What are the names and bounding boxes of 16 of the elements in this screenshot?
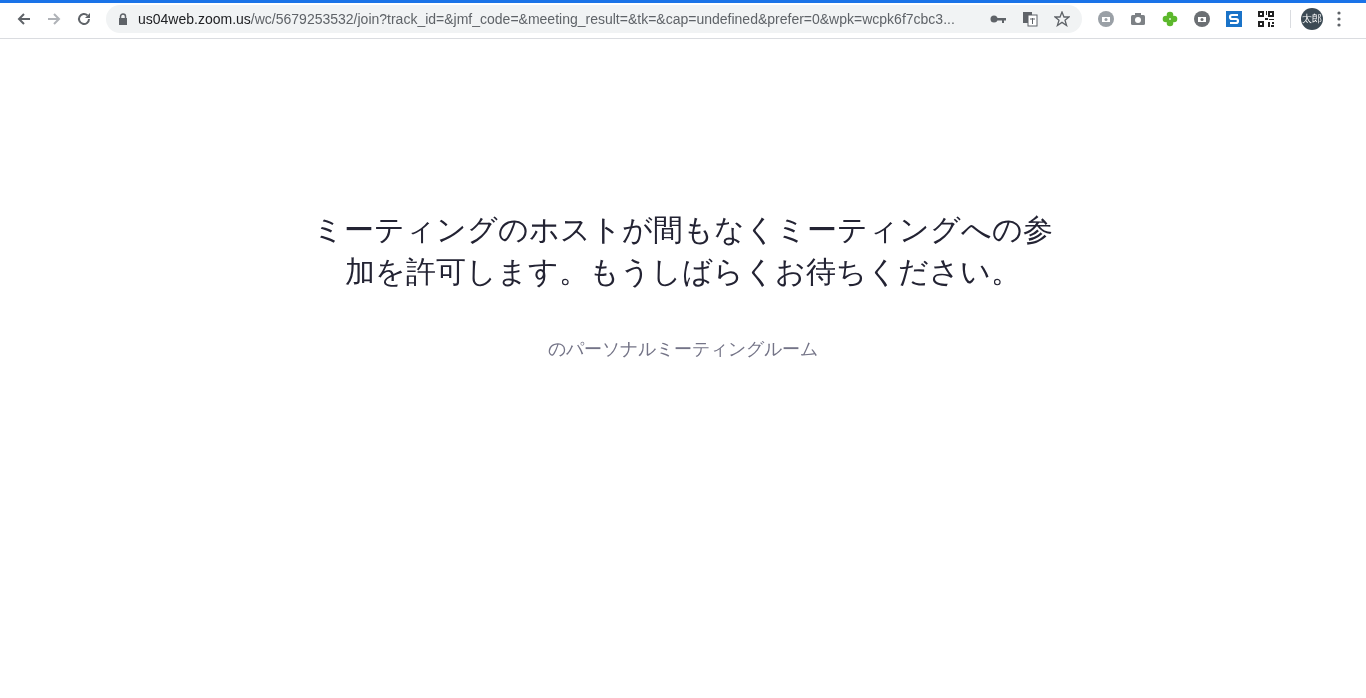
s-logo-icon[interactable] xyxy=(1226,11,1242,27)
address-bar[interactable]: us04web.zoom.us/wc/5679253532/join?track_id=&jmf_code=&meeting_result=&tk=&cap=undefined&prefer=0&wpk=wcpk6f7cbc3... xyxy=(106,5,1082,33)
camera-icon[interactable] xyxy=(1194,11,1210,27)
reload-icon[interactable] xyxy=(76,11,92,27)
waiting-message: ミーティングのホストが間もなくミーティングへの参加を許可します。もうしばらくお待ちください。 xyxy=(312,211,1054,291)
translate-icon[interactable] xyxy=(1022,11,1038,27)
room-name: のパーソナルミーティングルーム xyxy=(548,337,818,361)
lock-icon xyxy=(118,13,128,25)
camera-icon[interactable] xyxy=(1098,11,1114,27)
star-icon[interactable] xyxy=(1054,11,1070,27)
menu-icon[interactable] xyxy=(1337,11,1341,27)
qr-code-icon[interactable] xyxy=(1258,11,1274,27)
camera-icon[interactable] xyxy=(1130,11,1146,27)
profile-avatar[interactable]: 太郎 xyxy=(1301,8,1323,30)
back-icon[interactable] xyxy=(16,11,32,27)
clover-icon[interactable] xyxy=(1162,11,1178,27)
